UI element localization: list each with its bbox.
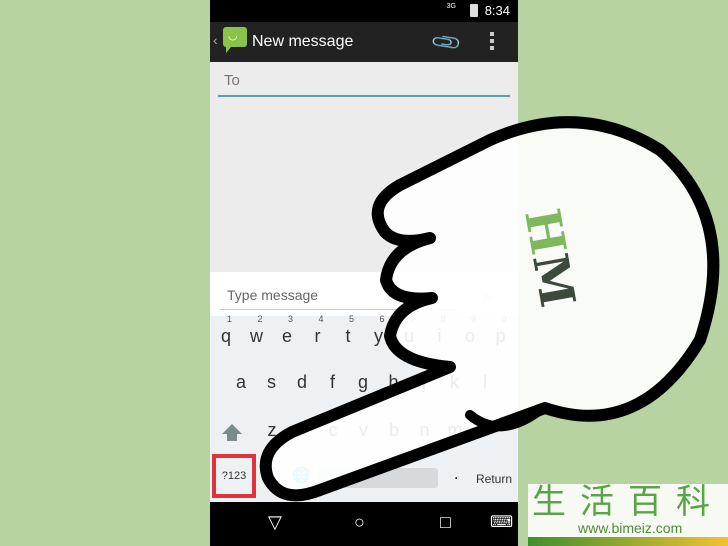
pointing-hand-illustration: [259, 116, 720, 502]
watermark-band: [528, 537, 728, 546]
watermark-url: www.bimeiz.com: [578, 520, 683, 536]
watermark-text: 生活百科: [532, 482, 724, 522]
watermark: 生活百科 www.bimeiz.com: [528, 484, 728, 546]
